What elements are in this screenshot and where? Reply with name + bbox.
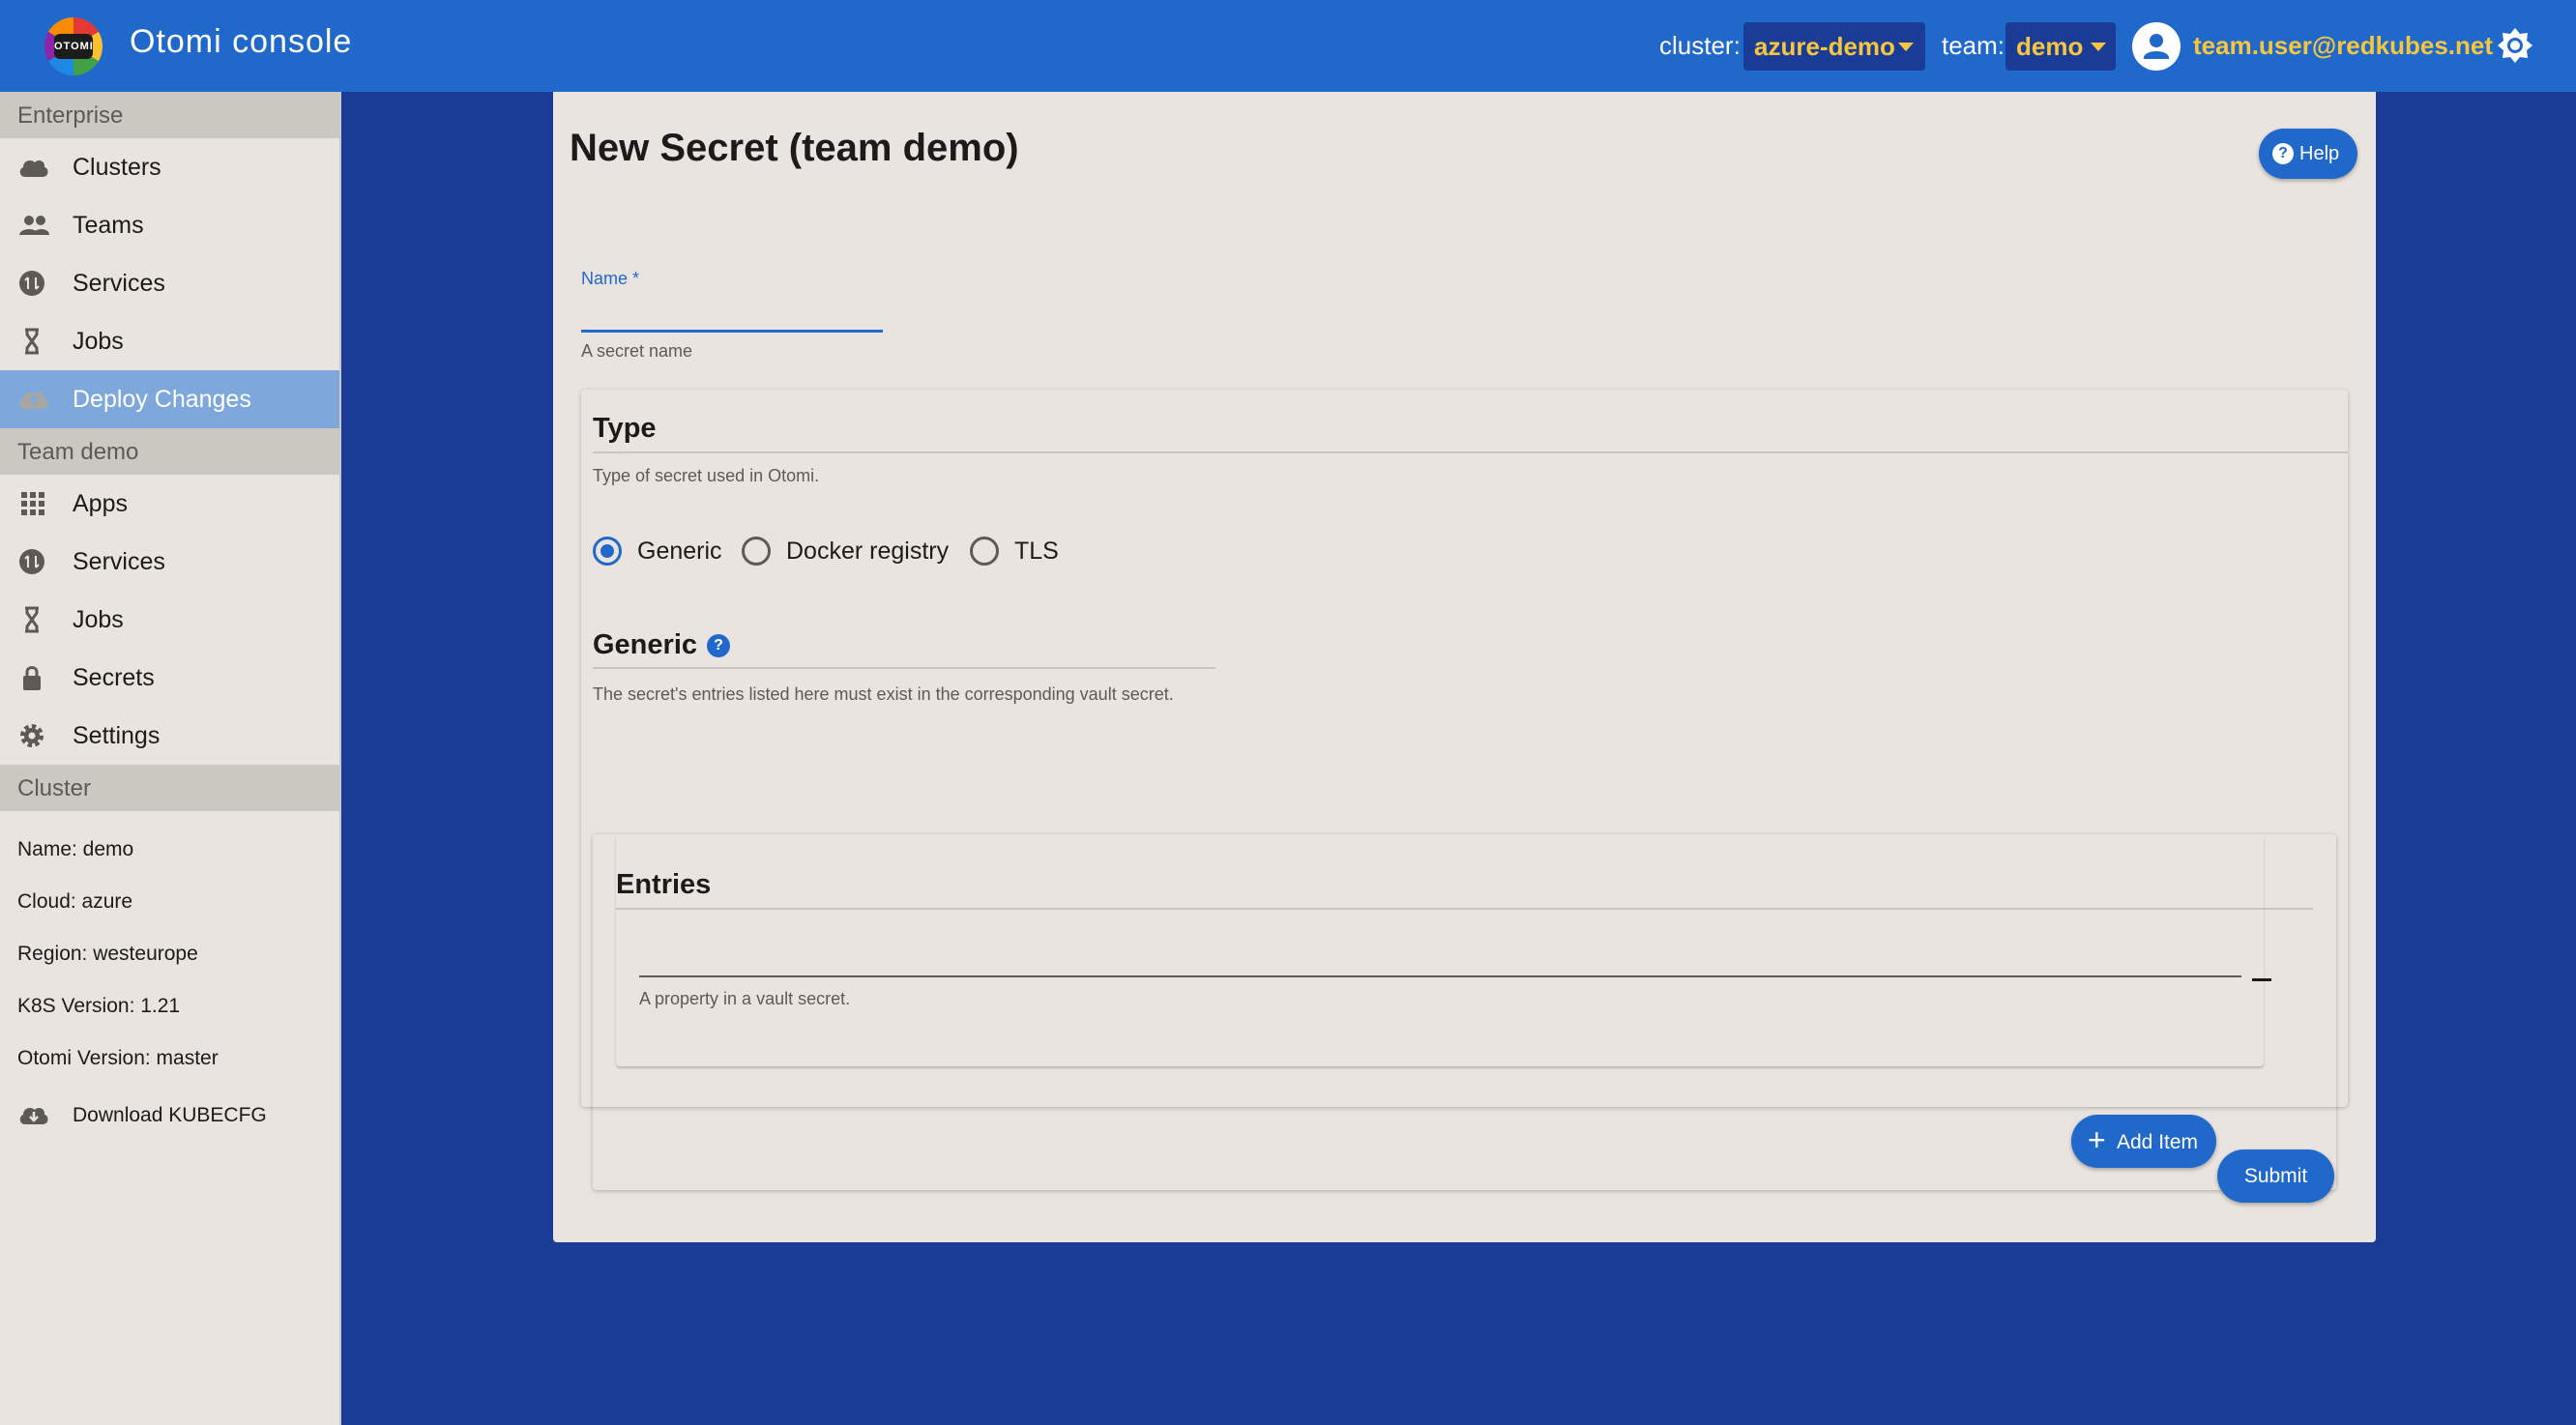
sidebar-item-jobs[interactable]: Jobs xyxy=(0,312,339,370)
radio-generic[interactable] xyxy=(593,537,622,566)
enterprise-header: Enterprise xyxy=(0,92,339,138)
add-item-button[interactable]: + Add Item xyxy=(2071,1115,2216,1168)
sidebar: Enterprise Clusters Teams Services Jobs … xyxy=(0,92,341,1425)
name-field-helper: A secret name xyxy=(581,341,693,361)
sidebar-item-label: Jobs xyxy=(73,606,124,633)
radio-docker-registry-label[interactable]: Docker registry xyxy=(786,538,949,566)
info-icon[interactable]: ? xyxy=(707,634,730,657)
submit-button[interactable]: Submit xyxy=(2217,1149,2334,1203)
plus-icon: + xyxy=(2088,1122,2106,1157)
cluster-cloud: Cloud: azure xyxy=(17,890,133,913)
new-secret-form: New Secret (team demo) ? Help Name * A s… xyxy=(553,92,2376,1242)
sidebar-item-team-jobs[interactable]: Jobs xyxy=(0,591,339,649)
chevron-down-icon xyxy=(2091,43,2106,51)
sidebar-item-label: Apps xyxy=(73,490,128,517)
sidebar-item-settings[interactable]: Settings xyxy=(0,707,339,765)
cluster-otomi-version: Otomi Version: master xyxy=(17,1047,219,1069)
download-kubecfg-label: Download KUBECFG xyxy=(73,1104,267,1126)
app-title: Otomi console xyxy=(130,23,353,60)
cluster-name: Name: demo xyxy=(17,838,134,860)
sidebar-item-label: Secrets xyxy=(73,664,155,691)
name-field-label: Name * xyxy=(581,269,640,288)
entry-item: A property in a vault secret. xyxy=(616,834,2264,1066)
services-icon xyxy=(17,548,50,575)
lock-icon xyxy=(17,664,50,691)
entry-property-input[interactable] xyxy=(639,939,2241,977)
generic-section-divider xyxy=(593,667,1215,669)
hourglass-icon xyxy=(17,328,50,355)
grid-icon xyxy=(17,490,50,517)
cloud-upload-icon xyxy=(17,386,50,413)
cloud-icon xyxy=(17,154,50,181)
sidebar-item-label: Settings xyxy=(73,722,161,749)
generic-section-title: Generic xyxy=(593,629,697,660)
cluster-select-value: azure-demo xyxy=(1754,32,1895,61)
sidebar-item-label: Services xyxy=(73,548,165,575)
sidebar-item-label: Services xyxy=(73,270,165,297)
sidebar-item-label: Jobs xyxy=(73,328,124,355)
user-avatar-icon[interactable] xyxy=(2132,22,2181,71)
sidebar-item-team-services[interactable]: Services xyxy=(0,533,339,591)
sidebar-item-label: Deploy Changes xyxy=(73,386,251,413)
cluster-region: Region: westeurope xyxy=(17,943,198,965)
top-bar: OTOMI Otomi console cluster: azure-demo … xyxy=(0,0,2576,92)
cluster-label: cluster: xyxy=(1659,31,1741,60)
help-button[interactable]: ? Help xyxy=(2259,129,2357,179)
name-field[interactable] xyxy=(581,292,883,333)
help-button-label: Help xyxy=(2299,143,2340,164)
add-item-label: Add Item xyxy=(2117,1131,2199,1153)
otomi-logo-icon[interactable]: OTOMI xyxy=(44,17,102,75)
team-label: team: xyxy=(1942,31,2005,60)
user-email[interactable]: team.user@redkubes.net xyxy=(2193,31,2493,61)
cluster-k8s-version: K8S Version: 1.21 xyxy=(17,995,181,1017)
page-title: New Secret (team demo) xyxy=(570,127,1019,169)
cluster-header: Cluster xyxy=(0,765,339,811)
chevron-down-icon xyxy=(1898,43,1914,51)
hourglass-icon xyxy=(17,606,50,633)
cluster-select[interactable]: azure-demo xyxy=(1743,22,1925,71)
team-select[interactable]: demo xyxy=(2005,22,2116,71)
sidebar-item-label: Clusters xyxy=(73,154,161,181)
sidebar-item-deploy-changes[interactable]: Deploy Changes xyxy=(0,370,339,428)
type-section-divider xyxy=(593,451,2348,453)
radio-generic-label[interactable]: Generic xyxy=(637,538,722,566)
sidebar-item-services[interactable]: Services xyxy=(0,254,339,312)
radio-tls[interactable] xyxy=(970,537,999,566)
sidebar-item-secrets[interactable]: Secrets xyxy=(0,649,339,707)
brightness-icon[interactable] xyxy=(2497,27,2533,64)
cloud-download-icon xyxy=(17,1101,50,1128)
type-section-description: Type of secret used in Otomi. xyxy=(593,466,820,485)
logo-text: OTOMI xyxy=(54,34,93,59)
team-select-value: demo xyxy=(2016,32,2084,61)
sidebar-item-apps[interactable]: Apps xyxy=(0,475,339,533)
entries-section: Entries A property in a vault secret. + … xyxy=(593,834,2336,1190)
sidebar-item-label: Teams xyxy=(73,212,144,239)
radio-docker-registry[interactable] xyxy=(742,537,771,566)
sidebar-item-clusters[interactable]: Clusters xyxy=(0,138,339,196)
services-icon xyxy=(17,270,50,297)
radio-tls-label[interactable]: TLS xyxy=(1014,538,1059,566)
gear-icon xyxy=(17,722,50,749)
remove-entry-icon[interactable] xyxy=(2252,978,2271,981)
type-section: Type Type of secret used in Otomi. Gener… xyxy=(581,390,2348,1168)
entry-property-helper: A property in a vault secret. xyxy=(639,989,851,1008)
help-icon: ? xyxy=(2272,143,2294,164)
download-kubecfg-button[interactable]: Download KUBECFG xyxy=(0,1086,339,1144)
team-header: Team demo xyxy=(0,428,339,475)
type-section-title: Type xyxy=(593,413,657,444)
generic-section-description: The secret's entries listed here must ex… xyxy=(593,684,1174,704)
people-icon xyxy=(17,212,50,239)
sidebar-item-teams[interactable]: Teams xyxy=(0,196,339,254)
